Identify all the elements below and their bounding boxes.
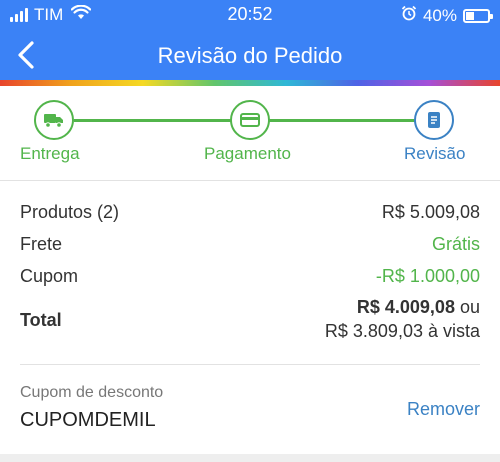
credit-card-icon [240, 113, 260, 127]
total-or: ou [459, 297, 480, 317]
alarm-icon [401, 5, 417, 26]
step-payment[interactable] [230, 100, 270, 140]
app-header: TIM 20:52 40% Revisão do Pedido [0, 0, 500, 80]
section-divider-bar [0, 454, 500, 462]
total-value-line: R$ 4.009,08 ou [357, 297, 480, 318]
coupon-discount-value: -R$ 1.000,00 [375, 266, 480, 286]
divider [20, 364, 480, 365]
status-right: 40% [401, 5, 493, 26]
title-bar: Revisão do Pedido [0, 30, 500, 80]
step-connector [268, 119, 416, 122]
divider [0, 180, 500, 181]
step-review[interactable] [414, 100, 454, 140]
page-title: Revisão do Pedido [157, 43, 343, 68]
coupon-field-label: Cupom de desconto [20, 384, 164, 401]
battery-percent: 40% [422, 5, 457, 25]
total-cash-price: R$ 3.809,03 à vista [324, 321, 480, 341]
remove-coupon-button[interactable]: Remover [407, 399, 480, 420]
battery-icon [463, 8, 493, 23]
coupon-discount-label: Cupom [20, 266, 79, 286]
checkout-stepper: Entrega Pagamento Revisão [0, 86, 500, 178]
step-connector [74, 119, 232, 122]
total-value: R$ 4.009,08 [356, 297, 455, 317]
step-label-delivery: Entrega [20, 144, 80, 163]
shipping-label: Frete [20, 234, 63, 254]
products-label: Produtos (2) [20, 202, 120, 222]
document-icon [428, 112, 440, 128]
step-delivery[interactable] [34, 100, 74, 140]
coupon-code: CUPOMDEMIL [20, 409, 156, 431]
products-value: R$ 5.009,08 [381, 202, 480, 222]
truck-icon [44, 114, 63, 128]
summary-total-row: Total R$ 4.009,08 ou R$ 3.809,03 à vista [20, 297, 480, 347]
shipping-value: Grátis [431, 234, 480, 254]
status-bar: TIM 20:52 40% [0, 0, 500, 30]
step-label-review: Revisão [404, 144, 466, 163]
step-label-payment: Pagamento [204, 144, 291, 163]
total-label: Total [20, 310, 62, 330]
battery-fill [466, 11, 474, 20]
